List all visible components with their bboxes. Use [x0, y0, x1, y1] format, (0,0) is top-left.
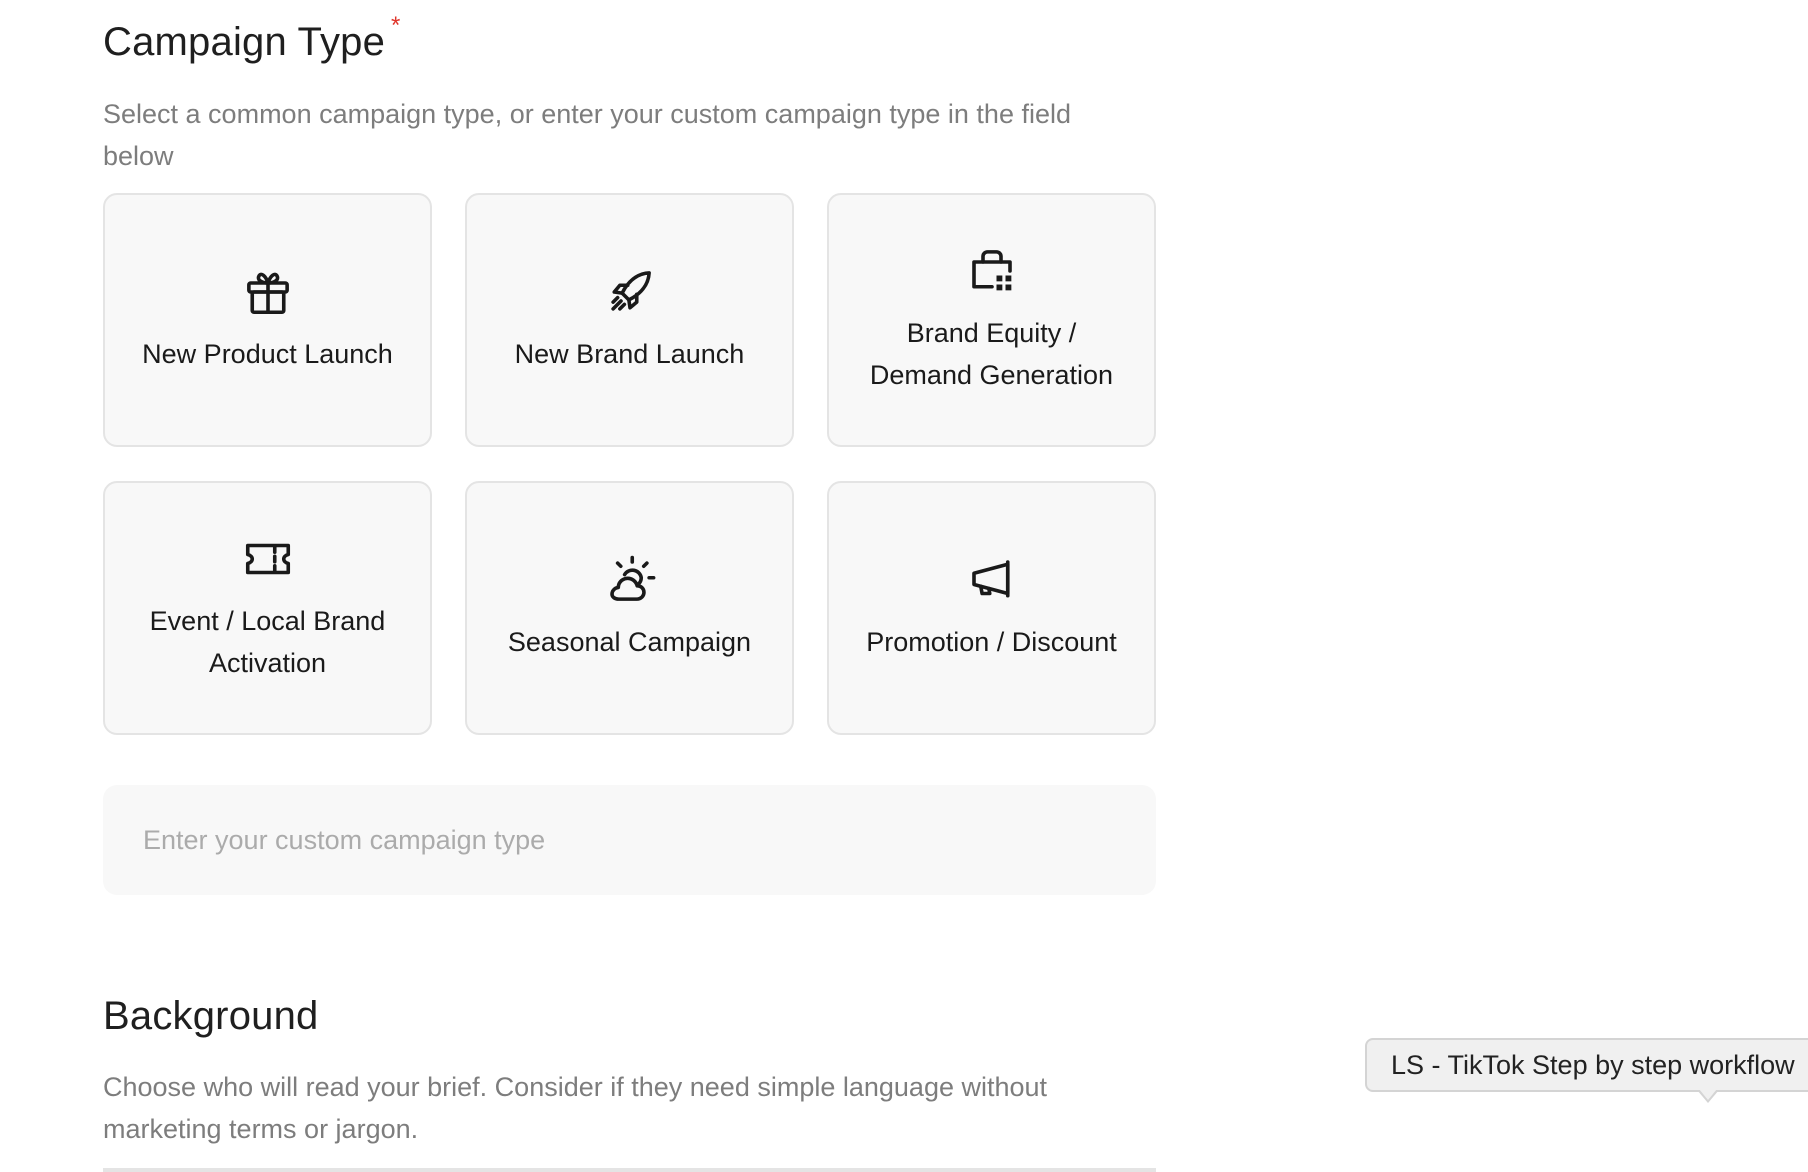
tooltip-arrow	[1697, 1089, 1719, 1103]
tab-tooltip: LS - TikTok Step by step workflow	[1365, 1038, 1808, 1092]
shop-grid-icon	[965, 244, 1019, 298]
campaign-type-option-label: New Product Launch	[142, 339, 393, 369]
campaign-type-description: Select a common campaign type, or enter …	[103, 99, 1071, 171]
campaign-type-option-seasonal[interactable]: Seasonal Campaign	[465, 481, 794, 735]
campaign-type-option-label: Seasonal Campaign	[507, 627, 752, 657]
campaign-type-option-event-activation[interactable]: Event / Local Brand Activation	[103, 481, 432, 735]
campaign-type-option-new-brand-launch[interactable]: New Brand Launch	[465, 193, 794, 447]
campaign-type-option-new-product-launch[interactable]: New Product Launch	[103, 193, 432, 447]
campaign-type-option-label: New Brand Launch	[514, 339, 745, 369]
campaign-brief-page: Campaign Type * Select a common campaign …	[0, 0, 1808, 1172]
section-divider	[103, 1168, 1156, 1172]
campaign-type-option-label: Promotion / Discount	[866, 627, 1117, 657]
background-description: Choose who will read your brief. Conside…	[103, 1072, 1048, 1144]
required-marker: *	[391, 12, 401, 39]
campaign-type-option-label: Brand Equity / Demand Generation	[869, 318, 1114, 390]
background-title: Background	[103, 994, 319, 1038]
campaign-type-title: Campaign Type	[103, 20, 386, 64]
gift-icon	[241, 265, 295, 319]
rocket-icon	[603, 265, 657, 319]
campaign-type-option-label: Event / Local Brand Activation	[149, 606, 386, 678]
campaign-type-options: New Product Launch New Brand Launch Bran…	[103, 193, 1156, 735]
custom-campaign-type-input[interactable]	[103, 785, 1156, 895]
megaphone-icon	[965, 553, 1019, 607]
tooltip-text: LS - TikTok Step by step workflow	[1391, 1049, 1795, 1080]
campaign-type-option-brand-equity[interactable]: Brand Equity / Demand Generation	[827, 193, 1156, 447]
campaign-type-heading: Campaign Type *	[103, 12, 401, 65]
campaign-type-option-promotion[interactable]: Promotion / Discount	[827, 481, 1156, 735]
ticket-icon	[241, 532, 295, 586]
sun-cloud-icon	[603, 553, 657, 607]
